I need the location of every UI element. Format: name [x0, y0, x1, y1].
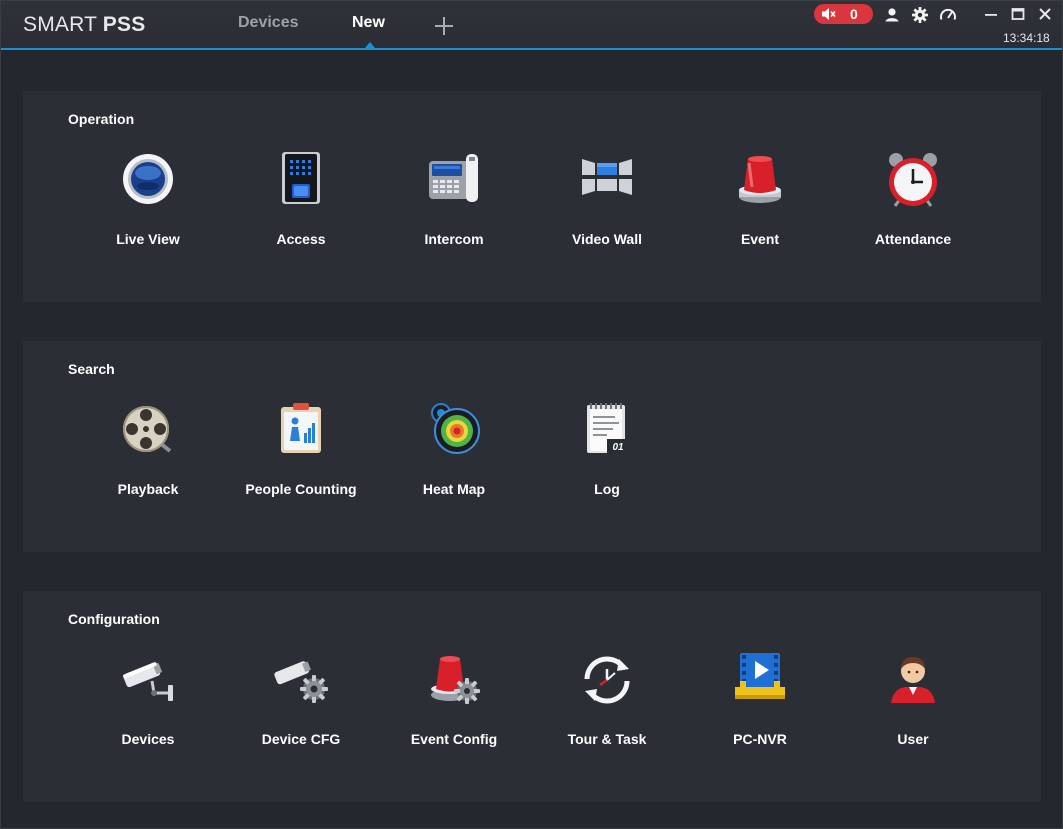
- tile-label: Access: [276, 231, 326, 247]
- tile-device-cfg[interactable]: Device CFG: [226, 651, 376, 756]
- tile-label: Event Config: [410, 731, 498, 747]
- app-window: SMART PSS Devices New 0 13:34:18 Operati…: [0, 0, 1063, 829]
- live-view-icon: [123, 154, 173, 204]
- gear-icon[interactable]: [911, 6, 929, 24]
- devices-camera-icon: [123, 662, 173, 701]
- tile-devices[interactable]: Devices: [73, 651, 223, 756]
- tile-intercom[interactable]: Intercom: [379, 151, 529, 256]
- intercom-icon: [429, 154, 478, 202]
- tile-access[interactable]: Access: [226, 151, 376, 256]
- pc-nvr-icon: [735, 653, 785, 699]
- tile-label: Attendance: [874, 231, 952, 247]
- tile-event[interactable]: Event: [685, 151, 835, 256]
- playback-icon: [123, 406, 172, 453]
- tab-new[interactable]: New: [352, 14, 385, 32]
- app-logo: SMART PSS: [23, 13, 145, 37]
- title-bar: SMART PSS Devices New 0 13:34:18: [1, 1, 1062, 50]
- tile-label: Devices: [121, 731, 175, 747]
- people-counting-icon: [281, 403, 321, 453]
- section-title-search: Search: [68, 361, 115, 377]
- tile-log[interactable]: 01 Log: [532, 401, 682, 506]
- tile-user[interactable]: User: [838, 651, 988, 756]
- tile-attendance[interactable]: Attendance: [838, 151, 988, 256]
- title-bar-accent-line: [1, 48, 1062, 50]
- tile-label: Event: [740, 231, 780, 247]
- section-title-configuration: Configuration: [68, 611, 160, 627]
- tile-label: Playback: [117, 481, 179, 497]
- tile-label: PC-NVR: [733, 731, 787, 747]
- alarm-toggle-button[interactable]: 0: [814, 4, 873, 24]
- event-config-icon: [431, 656, 480, 704]
- tile-label: Live View: [116, 231, 180, 247]
- event-icon: [739, 156, 781, 203]
- add-tab-icon[interactable]: [433, 15, 455, 37]
- gauge-icon[interactable]: [939, 6, 957, 24]
- tour-task-icon: [584, 656, 630, 704]
- search-panel: Search Playback People Counting Heat Map…: [23, 341, 1041, 552]
- tile-heat-map[interactable]: Heat Map: [379, 401, 529, 506]
- tile-label: People Counting: [245, 481, 357, 497]
- tile-video-wall[interactable]: Video Wall: [532, 151, 682, 256]
- alarm-count: 0: [850, 6, 858, 22]
- tile-label: Heat Map: [422, 481, 486, 497]
- tile-pc-nvr[interactable]: PC-NVR: [685, 651, 835, 756]
- tab-devices[interactable]: Devices: [238, 14, 299, 32]
- tile-label: Log: [594, 481, 620, 497]
- log-icon: 01: [587, 403, 629, 453]
- logo-text-smart: SMART: [23, 13, 103, 36]
- minimize-icon[interactable]: [982, 5, 1000, 23]
- maximize-icon[interactable]: [1009, 5, 1027, 23]
- close-icon[interactable]: [1036, 5, 1054, 23]
- logo-text-pss: PSS: [102, 13, 146, 36]
- tile-label: Device CFG: [261, 731, 341, 747]
- video-wall-icon: [582, 159, 632, 195]
- speaker-icon: [822, 8, 836, 20]
- tile-playback[interactable]: Playback: [73, 401, 223, 506]
- user-icon[interactable]: [883, 6, 901, 24]
- heat-map-icon: [431, 403, 480, 454]
- log-icon-badge: 01: [612, 442, 624, 453]
- tile-label: Intercom: [424, 231, 484, 247]
- tile-tour-task[interactable]: Tour & Task: [532, 651, 682, 756]
- tile-label: User: [897, 731, 929, 747]
- access-icon: [282, 152, 320, 204]
- configuration-panel: Configuration Devices Device CFG Event C…: [23, 591, 1041, 802]
- tile-label: Tour & Task: [567, 731, 647, 747]
- operation-panel: Operation Live View Access Intercom Vide…: [23, 91, 1041, 302]
- user-profile-icon: [891, 657, 935, 703]
- tile-event-config[interactable]: Event Config: [379, 651, 529, 756]
- attendance-icon: [889, 153, 937, 207]
- tile-live-view[interactable]: Live View: [73, 151, 223, 256]
- device-cfg-icon: [274, 661, 328, 703]
- clock: 13:34:18: [1003, 31, 1050, 45]
- tile-label: Video Wall: [571, 231, 642, 247]
- tile-people-counting[interactable]: People Counting: [226, 401, 376, 506]
- section-title-operation: Operation: [68, 111, 135, 127]
